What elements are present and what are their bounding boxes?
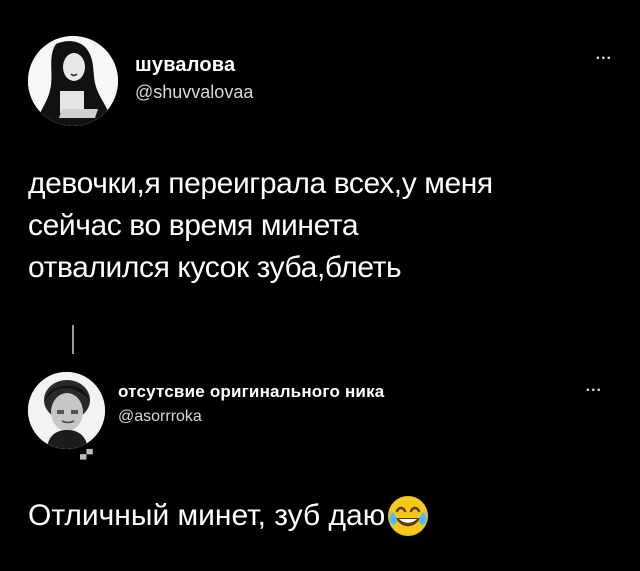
avatar[interactable]	[28, 372, 105, 449]
more-options-icon[interactable]: ...	[596, 46, 612, 64]
avatar-icon	[28, 36, 118, 126]
tears-of-joy-emoji	[386, 494, 430, 538]
username-handle[interactable]: @shuvvalovaa	[135, 82, 253, 103]
tweet-header: отсутсвие оригинального ника @asorrroka …	[28, 372, 612, 449]
tweet-original: шувалова @shuvvalovaa ... девочки,я пере…	[28, 36, 612, 284]
avatar[interactable]	[28, 36, 118, 126]
page: шувалова @shuvvalovaa ... девочки,я пере…	[0, 0, 640, 571]
avatar-badge-icon: ▄▀	[80, 449, 93, 459]
tweet-reply: отсутсвие оригинального ника @asorrroka …	[28, 372, 612, 536]
display-name[interactable]: шувалова	[135, 54, 253, 77]
reply-line: Отличный минет, зуб даю	[28, 494, 430, 538]
more-options-icon[interactable]: ...	[586, 378, 602, 396]
author-meta: отсутсвие оригинального ника @asorrroka	[118, 382, 384, 426]
avatar-icon	[28, 372, 105, 449]
display-name[interactable]: отсутсвие оригинального ника	[118, 382, 384, 402]
thread-connector	[72, 325, 74, 354]
tweet-header: шувалова @shuvvalovaa ...	[28, 36, 612, 126]
tweet-text: Отличный минет, зуб даю	[28, 499, 386, 532]
username-handle[interactable]: @asorrroka	[118, 408, 384, 426]
tweet-text: девочки,я переиграла всех,у меня сейчас …	[28, 167, 493, 284]
author-meta: шувалова @shuvvalovaa	[135, 54, 253, 103]
